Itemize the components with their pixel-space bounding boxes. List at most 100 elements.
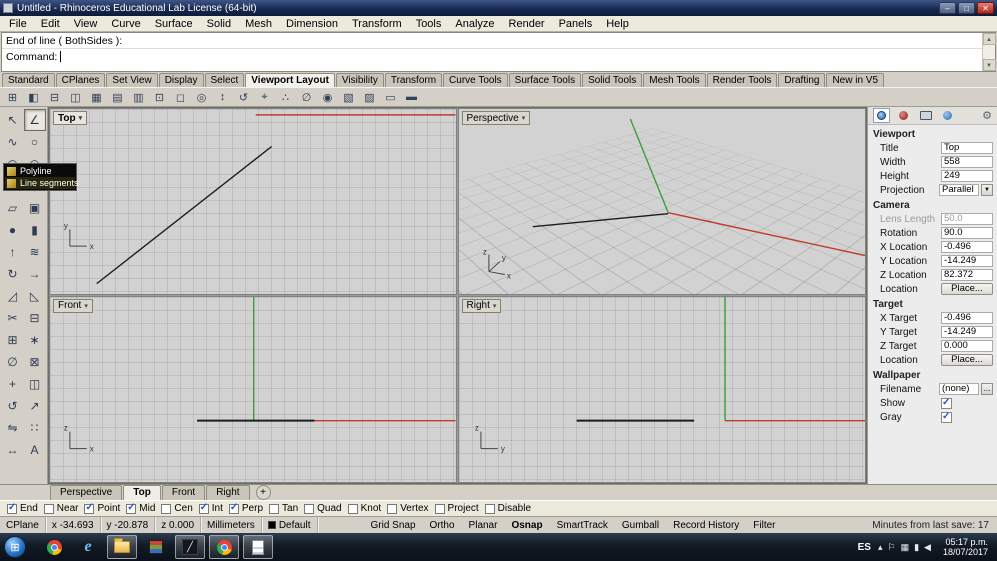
language-indicator[interactable]: ES (858, 542, 871, 553)
menu-item-file[interactable]: File (2, 17, 34, 31)
command-scrollbar[interactable]: ▲ ▼ (982, 33, 996, 71)
tool-array[interactable]: ∷ (24, 417, 46, 439)
checkbox-icon[interactable] (304, 503, 315, 514)
tool-dimension[interactable]: ↔ (2, 439, 24, 461)
viewport-menu-caret-icon[interactable]: ▾ (84, 302, 88, 310)
checkbox-icon[interactable] (484, 503, 495, 514)
cplane-selector[interactable]: CPlane (0, 517, 46, 533)
checkbox-icon[interactable] (387, 503, 398, 514)
toolbar-button-rotate-view[interactable]: ↺ (234, 88, 253, 106)
menu-item-analyze[interactable]: Analyze (448, 17, 501, 31)
panel-tab-help[interactable] (939, 108, 956, 123)
tool-control-point-curve[interactable]: ∿ (2, 131, 24, 153)
toolbar-tab-standard[interactable]: Standard (2, 73, 55, 87)
tool-trim[interactable]: ✂ (2, 307, 24, 329)
status-pane-osnap[interactable]: Osnap (504, 517, 549, 533)
rotation-value[interactable]: 90.0 (941, 227, 993, 239)
tool-lock[interactable]: ⊠ (24, 351, 46, 373)
viewport-menu-caret-icon[interactable]: ▾ (79, 114, 83, 122)
taskbar-app-google-chrome[interactable] (209, 535, 239, 559)
menu-item-view[interactable]: View (67, 17, 105, 31)
status-pane-planar[interactable]: Planar (462, 517, 505, 533)
taskbar-app-writer-document[interactable] (243, 535, 273, 559)
osnap-toggle-disable[interactable]: Disable (484, 503, 531, 514)
osnap-toggle-tan[interactable]: Tan (269, 503, 298, 514)
tool-loft[interactable]: ≋ (24, 241, 46, 263)
taskbar-app-chrome[interactable] (39, 535, 69, 559)
status-pane-record-history[interactable]: Record History (666, 517, 746, 533)
tray-network-icon[interactable]: ▦ (901, 542, 910, 553)
tool-sweep[interactable]: → (24, 263, 46, 285)
flyout-item-line-segments[interactable]: Line segments (5, 177, 79, 189)
toolbar-tab-set-view[interactable]: Set View (106, 73, 158, 87)
toolbar-button-background-bitmap[interactable]: ▧ (339, 88, 358, 106)
tool-circle[interactable]: ○ (24, 131, 46, 153)
taskbar-app-file-explorer[interactable] (107, 535, 137, 559)
checkbox-icon[interactable] (347, 503, 358, 514)
status-pane-filter[interactable]: Filter (746, 517, 782, 533)
tool-scale[interactable]: ↗ (24, 395, 46, 417)
tray-action-center-icon[interactable]: ⚐ (887, 542, 895, 553)
menu-item-dimension[interactable]: Dimension (279, 17, 345, 31)
minimize-button[interactable]: – (939, 2, 956, 14)
command-prompt[interactable]: Command: (2, 49, 995, 65)
viewport-label-perspective[interactable]: Perspective ▾ (461, 111, 531, 125)
projection-value[interactable]: Parallel (939, 184, 979, 196)
viewport-tab-front[interactable]: Front (161, 485, 206, 500)
panel-tab-properties[interactable] (873, 108, 890, 123)
tray-show-hidden-icons-icon[interactable]: ▴ (878, 542, 883, 553)
toolbar-tab-render-tools[interactable]: Render Tools (706, 73, 778, 87)
title-bar[interactable]: Untitled - Rhinoceros Educational Lab Li… (0, 0, 997, 16)
target-y-value[interactable]: -14.249 (941, 326, 993, 338)
viewport-tab-perspective[interactable]: Perspective (50, 485, 123, 500)
tool-explode[interactable]: ∗ (24, 329, 46, 351)
viewport-label-top[interactable]: Top ▾ (53, 111, 88, 125)
toolbar-button-maximize-viewport[interactable]: ◻ (171, 88, 190, 106)
viewport-front[interactable]: z x Front ▾ (49, 295, 457, 483)
panel-gear-icon[interactable]: ⚙ (982, 109, 992, 122)
menu-item-tools[interactable]: Tools (409, 17, 449, 31)
toolbar-tab-mesh-tools[interactable]: Mesh Tools (643, 73, 706, 87)
toolbar-button-viewport-layout-3view[interactable]: ◧ (24, 88, 43, 106)
layer-selector[interactable]: Default (262, 517, 318, 533)
projection-dropdown-icon[interactable]: ▼ (981, 184, 993, 196)
toolbar-tab-visibility[interactable]: Visibility (335, 73, 384, 87)
status-pane-grid-snap[interactable]: Grid Snap (364, 517, 423, 533)
units-selector[interactable]: Millimeters (201, 517, 262, 533)
toolbar-button-viewport-layout-4view[interactable]: ⊞ (3, 88, 22, 106)
status-pane-smarttrack[interactable]: SmartTrack (550, 517, 615, 533)
browse-file-button[interactable]: ... (981, 383, 993, 395)
tool-revolve[interactable]: ↻ (2, 263, 24, 285)
wallpaper-show-checkbox[interactable] (941, 397, 952, 409)
viewport-height-value[interactable]: 249 (941, 170, 993, 182)
camera-place-button[interactable]: Place... (941, 283, 993, 295)
tray-volume-icon[interactable]: ◀ (924, 542, 931, 553)
menu-item-help[interactable]: Help (599, 17, 636, 31)
toolbar-tab-display[interactable]: Display (158, 73, 204, 87)
toolbar-button-viewport-layout-2-horizontal[interactable]: ⊟ (45, 88, 64, 106)
tool-join[interactable]: ⊞ (2, 329, 24, 351)
scroll-down-icon[interactable]: ▼ (982, 59, 996, 71)
menu-item-solid[interactable]: Solid (200, 17, 238, 31)
osnap-toggle-project[interactable]: Project (434, 503, 479, 514)
toolbar-button-viewport-layout-2-vertical[interactable]: ◫ (66, 88, 85, 106)
tool-split[interactable]: ⊟ (24, 307, 46, 329)
toolbar-button-print[interactable]: ▬ (402, 88, 421, 106)
osnap-toggle-point[interactable]: Point (84, 502, 120, 514)
clock[interactable]: 05:17 p.m. 18/07/2017 (938, 537, 988, 557)
new-viewport-tab-button[interactable]: + (255, 485, 271, 500)
osnap-toggle-cen[interactable]: Cen (161, 503, 193, 514)
checkbox-icon[interactable] (269, 503, 280, 514)
toolbar-button-pan-view[interactable]: ↕ (213, 88, 232, 106)
toolbar-tab-solid-tools[interactable]: Solid Tools (582, 73, 643, 87)
status-pane-gumball[interactable]: Gumball (615, 517, 666, 533)
menu-item-edit[interactable]: Edit (34, 17, 67, 31)
target-place-button[interactable]: Place... (941, 354, 993, 366)
wallpaper-filename-value[interactable]: (none) (939, 383, 979, 395)
osnap-toggle-knot[interactable]: Knot (347, 503, 381, 514)
viewport-menu-caret-icon[interactable]: ▾ (522, 114, 526, 122)
osnap-toggle-quad[interactable]: Quad (304, 503, 342, 514)
viewport-top[interactable]: y x Top ▾ (49, 108, 457, 295)
tool-cylinder[interactable]: ▮ (24, 219, 46, 241)
tool-fillet[interactable]: ◿ (2, 285, 24, 307)
